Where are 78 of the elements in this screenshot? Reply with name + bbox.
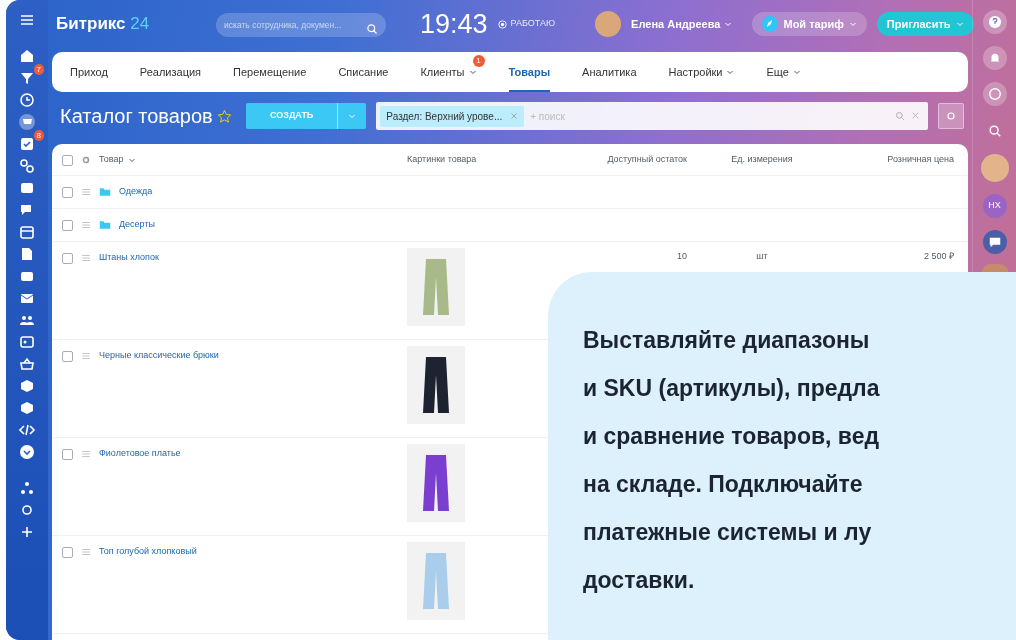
clock-icon[interactable] [19,92,35,108]
tab[interactable]: Перемещение [233,52,307,92]
user-initials-avatar[interactable]: НХ [982,194,1007,218]
product-link[interactable]: Штаны хлопок [99,251,159,265]
tab[interactable]: Списание [338,52,389,92]
home-icon[interactable] [19,48,35,64]
folder-icon [99,186,111,198]
folder-icon [99,219,111,231]
user-menu[interactable]: Елена Андреева [631,15,733,33]
settings-button[interactable] [938,103,964,129]
caret-icon [955,20,964,28]
plus-icon[interactable] [19,524,35,540]
caret-icon [127,156,136,164]
product-link[interactable]: Черные классические брюки [99,349,219,363]
checkbox[interactable] [62,448,73,460]
calendar-icon[interactable] [19,224,35,240]
code-icon[interactable] [19,422,35,438]
cube-icon[interactable] [19,378,35,394]
tab[interactable]: Аналитика [582,52,637,92]
product-link[interactable]: Десерты [119,218,155,232]
search-icon [366,22,378,35]
caret-icon [724,20,733,28]
circles-icon[interactable] [19,158,35,174]
counter-badge: 8 [33,130,44,141]
chevron-circle-icon[interactable] [19,444,35,460]
column-header: Доступный остаток [606,153,687,167]
sitemap-icon[interactable] [19,480,35,496]
counter-badge: 1 [472,55,485,67]
caret-icon [848,20,857,28]
drag-handle-icon[interactable] [81,253,91,263]
callout-text: Выставляйте диапазоны и SKU (артикулы), предла и сравнение товаров, вед на складе. Подключайте платежные системы и лу доставки. [583,326,881,595]
tab[interactable]: Еще [766,52,801,92]
page-title: Каталог товаров [60,104,213,129]
checkbox-icon[interactable] [19,136,35,152]
column-header: Ед. измерения [730,153,794,167]
window-icon[interactable] [19,180,35,196]
checkbox[interactable] [62,219,73,231]
column-header[interactable]: Товар [99,153,136,167]
drag-handle-icon[interactable] [81,449,91,459]
drag-handle-icon[interactable] [81,547,91,557]
filter-chip[interactable]: Раздел: Верхний урове... [380,105,525,127]
filter-icon[interactable] [19,70,35,86]
product-link[interactable]: Фиолетовое платье [99,447,181,461]
help-icon[interactable] [987,15,1002,29]
unit-value: шт [756,251,768,261]
drag-handle-icon[interactable] [81,187,91,197]
tab[interactable]: Приход [70,52,108,92]
checkbox[interactable] [62,350,73,362]
search-icon[interactable] [987,123,1002,138]
tab[interactable]: Настройки [668,52,735,92]
caret-icon [348,112,357,120]
box-icon[interactable] [19,400,35,416]
drag-handle-icon[interactable] [81,351,91,361]
checkbox[interactable] [62,154,73,166]
basket-icon[interactable] [19,356,35,372]
logo: Битрикс 24 [56,13,151,36]
drag-handle-icon[interactable] [81,220,91,230]
product-link[interactable]: Топ голубой хлопковый [99,545,197,559]
price-value: 2 500 ₽ [923,251,954,261]
work-status[interactable]: РАБОТАЮ [510,17,556,31]
checkbox[interactable] [62,252,73,264]
document-icon[interactable] [19,246,35,262]
stock-value: 10 [677,251,687,261]
menu-icon[interactable] [19,12,35,28]
clock-time: 19:43 [420,7,488,41]
group-chat-icon[interactable] [987,235,1002,249]
tab[interactable]: Товары [508,52,551,92]
checkbox[interactable] [62,186,73,198]
star-icon[interactable] [216,108,232,124]
column-header: Розничная цена [886,153,954,167]
counter-badge: 7 [33,64,44,75]
tab[interactable]: Реализация [139,52,202,92]
product-link[interactable]: Одежда [119,185,153,199]
contact-card-icon[interactable] [19,334,35,350]
column-header: Картинки товара [407,153,478,167]
user-avatar [595,11,622,37]
checkbox[interactable] [62,546,73,558]
status-dot-icon [497,19,507,29]
